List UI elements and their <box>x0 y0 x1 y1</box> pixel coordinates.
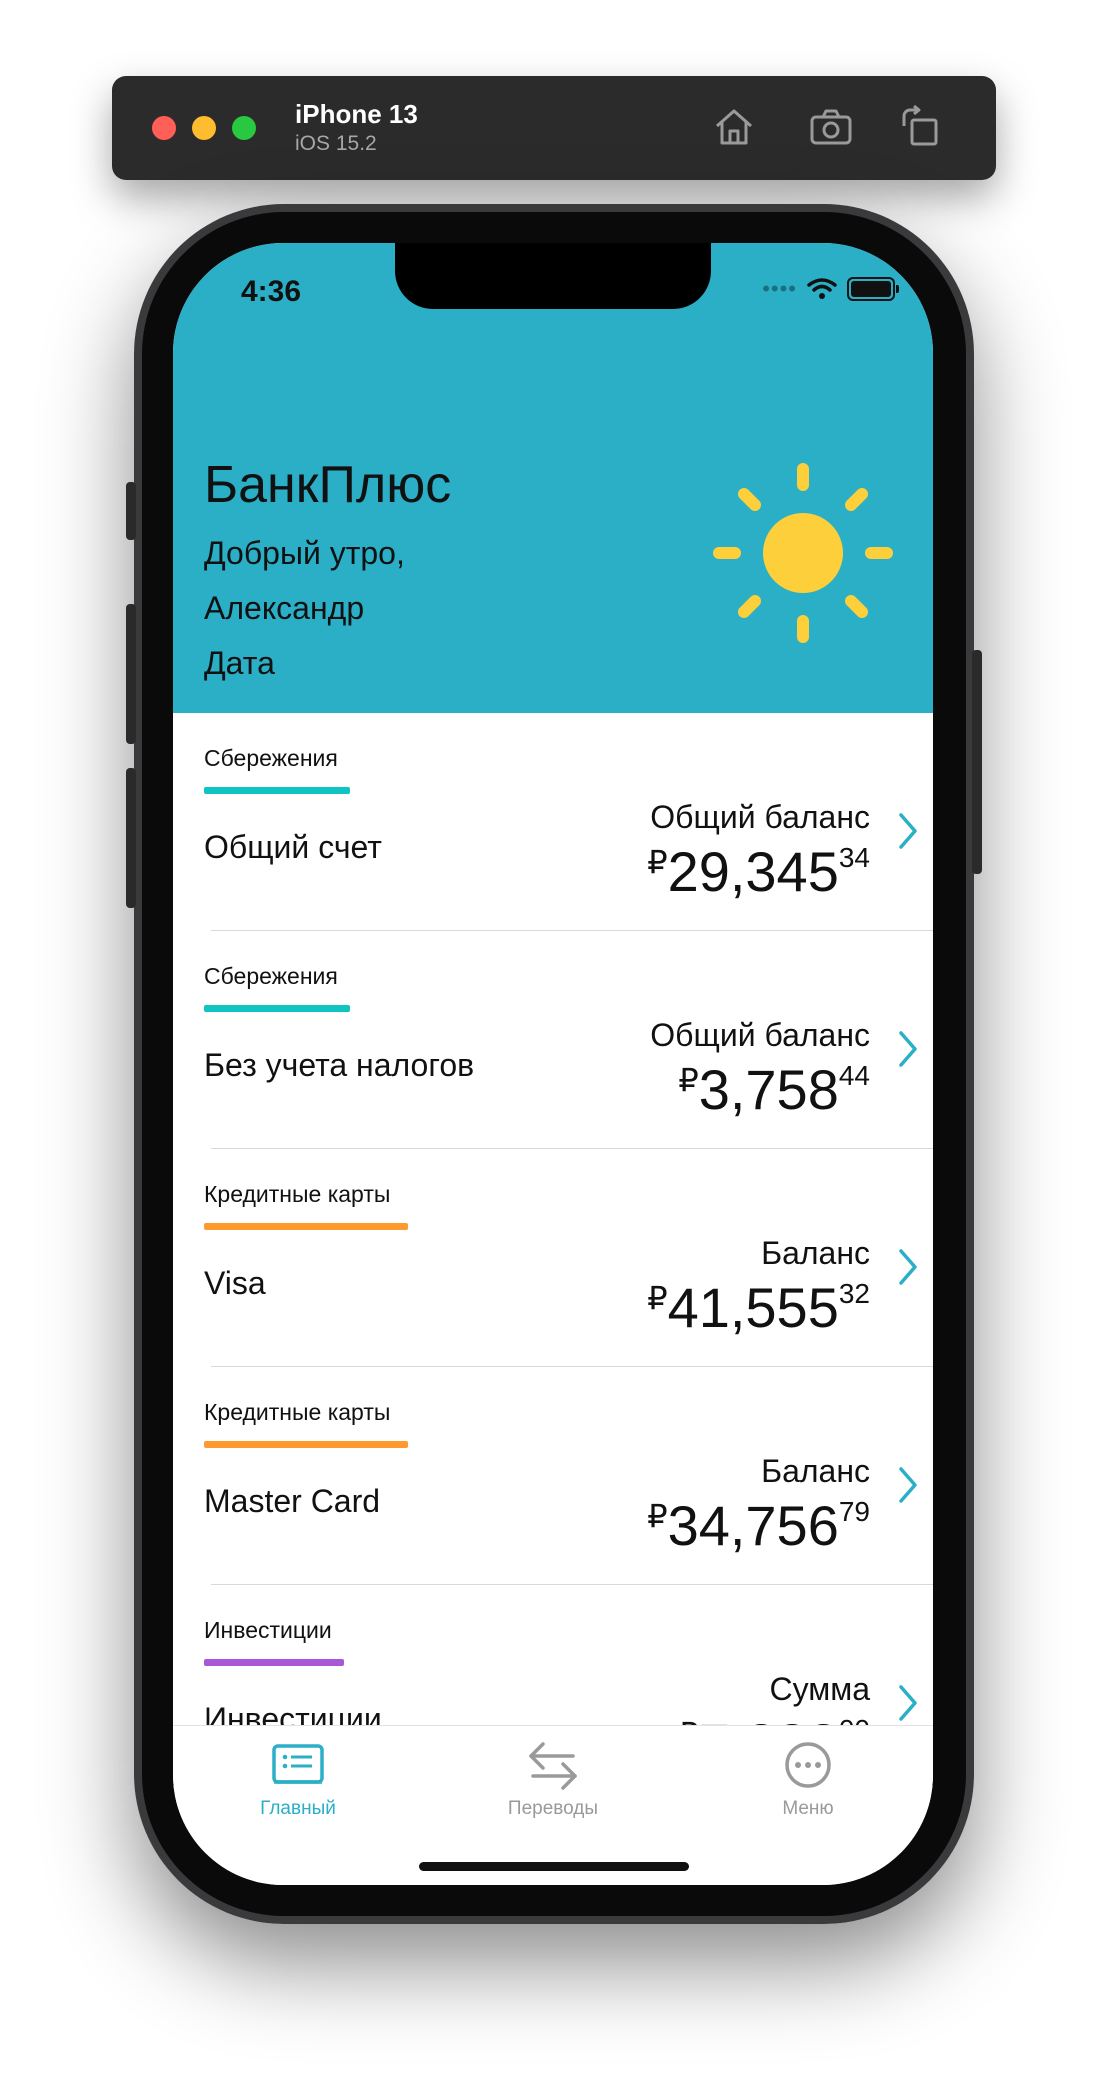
account-category: Кредитные карты <box>204 1399 391 1425</box>
simulator-os-version: iOS 15.2 <box>295 132 377 155</box>
account-category: Инвестиции <box>204 1617 332 1643</box>
balance-amount: ₽7,23300 <box>678 1711 870 1725</box>
sun-icon <box>713 463 893 643</box>
screenshot-icon[interactable] <box>808 104 854 150</box>
amount-value: 41,555 <box>667 1276 839 1339</box>
category-color-bar <box>204 787 350 794</box>
display-notch <box>395 243 711 309</box>
balance-amount: ₽29,34534 <box>647 839 870 904</box>
currency-symbol: ₽ <box>678 1716 698 1725</box>
account-name: Без учета налогов <box>204 1047 475 1083</box>
chevron-right-icon[interactable] <box>897 1465 919 1505</box>
balance-label: Сумма <box>769 1671 870 1707</box>
mute-switch[interactable] <box>126 482 136 540</box>
tab-menu-label: Меню <box>782 1798 834 1819</box>
amount-value: 3,758 <box>698 1058 839 1121</box>
close-window-button[interactable] <box>152 116 176 140</box>
rotate-icon[interactable] <box>898 104 944 150</box>
category-color-bar <box>204 1005 350 1012</box>
currency-symbol: ₽ <box>647 1498 668 1534</box>
zoom-window-button[interactable] <box>232 116 256 140</box>
account-row[interactable]: Сбережения Общий счет Общий баланс ₽29,3… <box>173 713 933 931</box>
amount-cents: 79 <box>838 1496 870 1527</box>
balance-amount: ₽34,75679 <box>647 1493 870 1558</box>
amount-cents: 32 <box>838 1278 870 1309</box>
account-category: Сбережения <box>204 745 338 771</box>
account-name: Общий счет <box>204 829 382 865</box>
chevron-right-icon[interactable] <box>897 1247 919 1287</box>
account-row[interactable]: Кредитные карты Master Card Баланс ₽34,7… <box>173 1367 933 1585</box>
volume-down-button[interactable] <box>126 768 136 908</box>
account-name: Инвестиции <box>204 1701 382 1725</box>
currency-symbol: ₽ <box>647 844 668 880</box>
amount-value: 29,345 <box>667 840 839 903</box>
amount-cents: 44 <box>838 1060 870 1091</box>
app-title: БанкПлюс <box>204 456 452 514</box>
volume-up-button[interactable] <box>126 604 136 744</box>
simulator-device-name: iPhone 13 <box>295 99 418 129</box>
balance-amount: ₽41,55532 <box>647 1275 870 1340</box>
balance-label: Баланс <box>761 1235 870 1271</box>
wifi-icon <box>807 278 837 299</box>
account-row[interactable]: Сбережения Без учета налогов Общий балан… <box>173 931 933 1149</box>
account-name: Visa <box>204 1265 266 1301</box>
phone-screen: 4:36 •••• БанкПлюс Добрый утро, Александ… <box>173 243 933 1885</box>
app-header: 4:36 •••• БанкПлюс Добрый утро, Александ… <box>173 243 933 713</box>
home-indicator[interactable] <box>419 1862 689 1871</box>
minimize-window-button[interactable] <box>192 116 216 140</box>
battery-icon <box>847 277 899 301</box>
category-color-bar <box>204 1441 408 1448</box>
amount-value: 34,756 <box>667 1494 839 1557</box>
home-list-icon <box>272 1744 324 1784</box>
power-button[interactable] <box>972 650 982 874</box>
simulator-window: iPhone 13 iOS 15.2 4:36 •••• БанкПлюс До… <box>0 0 1104 2074</box>
account-row[interactable]: Кредитные карты Visa Баланс ₽41,55532 <box>173 1149 933 1367</box>
tab-bar: Главный Переводы Меню <box>173 1725 933 1885</box>
balance-label: Баланс <box>761 1453 870 1489</box>
more-ellipsis-icon <box>785 1742 831 1788</box>
account-row[interactable]: Инвестиции Инвестиции Сумма ₽7,23300 <box>173 1585 933 1725</box>
balance-label: Общий баланс <box>650 1017 870 1053</box>
tab-transfers-label: Переводы <box>507 1798 599 1819</box>
account-category: Сбережения <box>204 963 338 989</box>
cellular-signal-icon: •••• <box>762 276 797 301</box>
balance-amount: ₽3,75844 <box>678 1057 870 1122</box>
account-name: Master Card <box>204 1483 381 1519</box>
greeting-text: Добрый утро, <box>204 535 405 571</box>
accounts-list[interactable]: Сбережения Общий счет Общий баланс ₽29,3… <box>173 713 933 1725</box>
currency-symbol: ₽ <box>678 1062 699 1098</box>
amount-cents: 34 <box>838 842 870 873</box>
date-label: Дата <box>204 645 275 681</box>
tab-menu[interactable]: Меню <box>708 1738 908 1820</box>
tab-home[interactable]: Главный <box>198 1738 398 1820</box>
chevron-right-icon[interactable] <box>897 1683 919 1723</box>
transfer-arrows-icon <box>529 1742 577 1790</box>
chevron-right-icon[interactable] <box>897 1029 919 1069</box>
tab-home-label: Главный <box>260 1798 336 1819</box>
tab-transfers[interactable]: Переводы <box>453 1738 653 1820</box>
user-name: Александр <box>204 590 365 626</box>
category-color-bar <box>204 1659 344 1666</box>
amount-value: 7,233 <box>699 1712 839 1725</box>
currency-symbol: ₽ <box>647 1280 668 1316</box>
account-category: Кредитные карты <box>204 1181 391 1207</box>
status-indicators: •••• <box>762 276 899 302</box>
category-color-bar <box>204 1223 408 1230</box>
chevron-right-icon[interactable] <box>897 811 919 851</box>
home-icon[interactable] <box>711 104 757 150</box>
status-time: 4:36 <box>241 275 302 308</box>
amount-cents: 00 <box>839 1714 870 1725</box>
balance-label: Общий баланс <box>650 799 870 835</box>
